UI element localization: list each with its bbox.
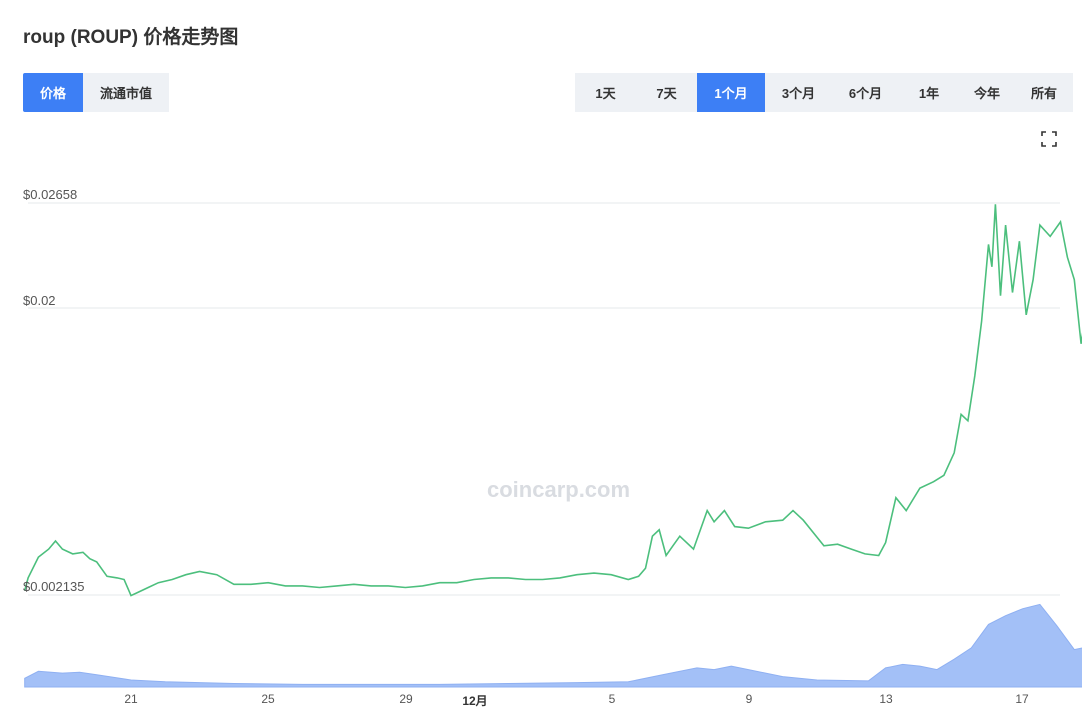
y-tick-label: $0.02658 — [23, 187, 78, 202]
price-line — [23, 204, 1082, 597]
y-tick-label: $0.002135 — [23, 579, 85, 594]
x-tick-label: 13 — [879, 692, 893, 706]
y-tick-label: $0.02 — [23, 293, 56, 308]
x-tick-label: 29 — [399, 692, 413, 706]
x-tick-label: 17 — [1015, 692, 1029, 706]
x-tick-label: 5 — [608, 692, 616, 706]
volume-area — [24, 603, 1082, 688]
x-tick-label: 9 — [745, 692, 753, 706]
x-tick-label: 25 — [261, 692, 275, 706]
price-chart — [23, 202, 1082, 688]
x-tick-label: 21 — [124, 692, 138, 706]
x-tick-label: 12月 — [462, 694, 488, 708]
